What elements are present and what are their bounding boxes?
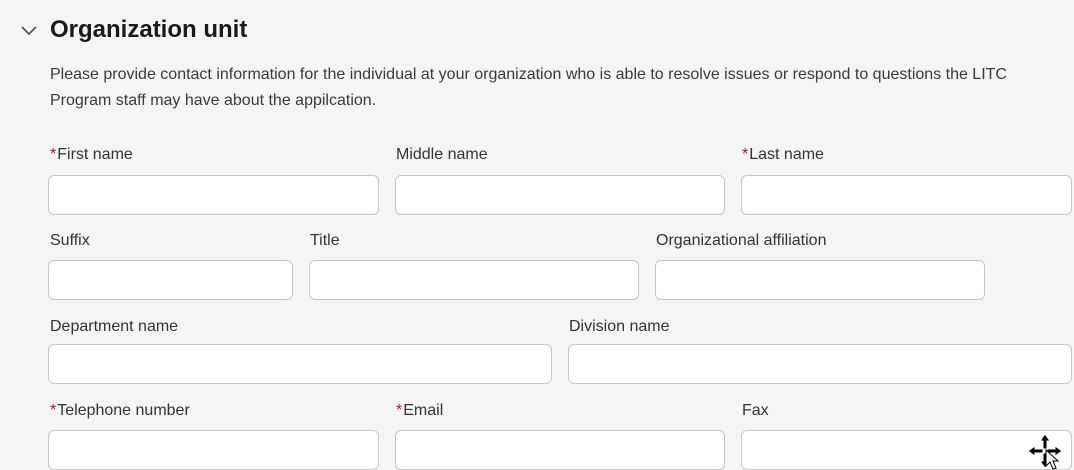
first-name-label: *First name [50,146,133,163]
suffix-label: Suffix [50,232,90,249]
required-marker: * [50,146,57,163]
division-name-input[interactable] [568,344,1072,384]
suffix-input[interactable] [48,260,293,300]
last-name-label: *Last name [742,146,824,163]
division-name-label: Division name [569,318,670,335]
telephone-label: *Telephone number [50,402,190,419]
section-title: Organization unit [50,16,248,43]
department-name-label: Department name [50,318,179,335]
fax-label: Fax [742,402,769,419]
email-input[interactable] [395,430,725,470]
section-header-toggle[interactable]: Organization unit [18,10,247,50]
fax-input[interactable] [741,430,1072,470]
middle-name-label: Middle name [396,146,488,163]
required-marker: * [396,402,403,419]
first-name-input[interactable] [48,175,379,215]
department-name-input[interactable] [48,344,552,384]
email-label: *Email [396,402,444,419]
last-name-input[interactable] [741,175,1072,215]
chevron-down-icon [21,26,37,36]
org-affiliation-input[interactable] [655,260,985,300]
move-cursor-icon [1027,433,1063,470]
title-input[interactable] [309,260,639,300]
org-affiliation-label: Organizational affiliation [656,232,827,249]
telephone-input[interactable] [48,430,379,470]
title-label: Title [310,232,340,249]
required-marker: * [50,402,57,419]
section-description: Please provide contact information for t… [50,66,1007,109]
organization-unit-panel: Organization unit Please provide contact… [0,0,1074,470]
required-marker: * [742,146,749,163]
middle-name-input[interactable] [395,175,725,215]
